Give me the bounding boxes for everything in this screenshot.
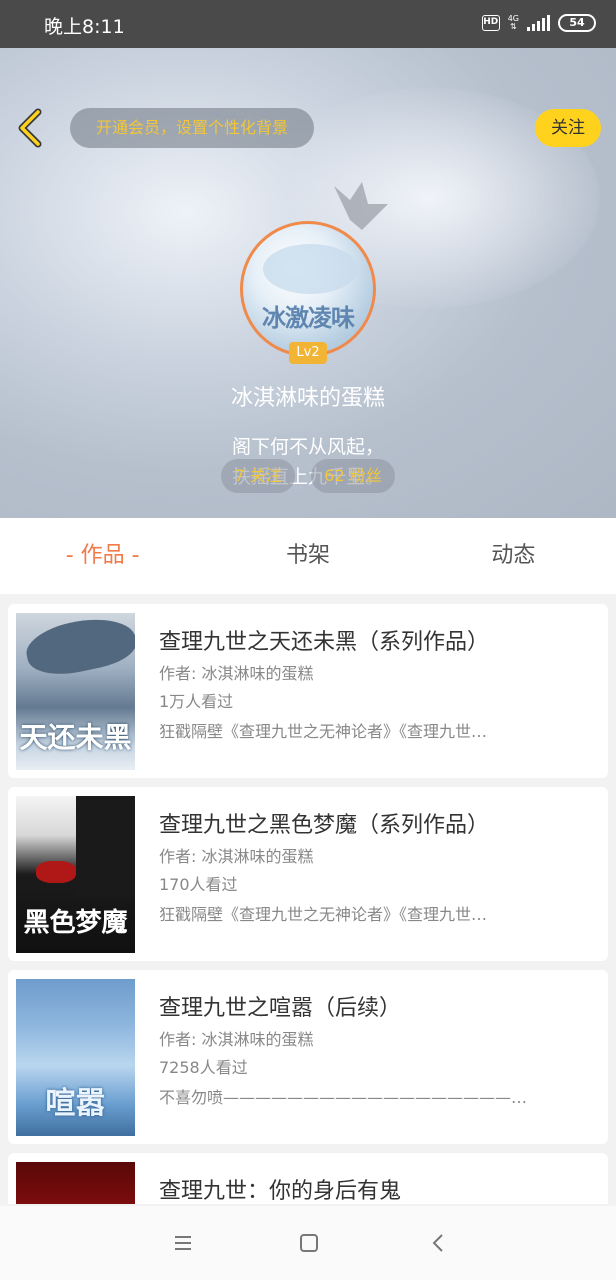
chevron-left-icon (432, 1234, 443, 1252)
status-bar: 晚上8:11 HD 4G ⇅ 54 (0, 0, 616, 48)
crown-icon (334, 182, 388, 230)
status-icons: HD 4G ⇅ 54 (481, 14, 596, 32)
profile-header: 开通会员，设置个性化背景 关注 冰激凌味 Lv2 冰淇淋味的蛋糕 阁下何不从风起… (0, 48, 616, 518)
work-views: 170人看过 (159, 875, 238, 894)
battery-icon: 54 (558, 14, 596, 32)
work-title: 查理九世之喧嚣（后续） (159, 996, 402, 1021)
vip-background-button[interactable]: 开通会员，设置个性化背景 (70, 108, 314, 148)
home-button[interactable] (296, 1230, 322, 1256)
network-label: 4G (507, 14, 519, 23)
back-button[interactable] (14, 106, 48, 150)
avatar[interactable]: 冰激凌味 (240, 221, 376, 357)
system-nav-bar (0, 1206, 616, 1280)
book-cover (16, 1162, 135, 1204)
level-badge: Lv2 (289, 342, 327, 364)
work-views: 7258人看过 (159, 1058, 248, 1077)
bio-line-1: 阁下何不从风起， (231, 436, 384, 458)
work-title: 查理九世：你的身后有鬼 (159, 1179, 402, 1204)
cover-title: 喧嚣 (45, 1086, 106, 1121)
profile-tabs: - 作品 - 书架 动态 (0, 518, 616, 594)
work-description: 狂戳隔壁《查理九世之无神论者》《查理九世… (159, 905, 488, 924)
avatar-art (263, 244, 358, 294)
list-item[interactable]: 天还未黑 查理九世之天还未黑（系列作品） 作者: 冰淇淋味的蛋糕 1万人看过 狂… (8, 604, 608, 778)
work-views: 1万人看过 (159, 692, 234, 711)
signal-icon (527, 15, 550, 31)
cover-title: 黑色梦魔 (23, 908, 128, 938)
followers-count[interactable]: 62 粉丝 (311, 459, 395, 493)
hd-icon: HD (481, 15, 500, 31)
back-nav-button[interactable] (426, 1230, 452, 1256)
list-item[interactable]: 喧嚣 查理九世之喧嚣（后续） 作者: 冰淇淋味的蛋糕 7258人看过 不喜勿喷—… (8, 970, 608, 1144)
bio: 阁下何不从风起， 扶摇直上九千里。 (0, 432, 616, 492)
menu-button[interactable] (170, 1230, 196, 1256)
work-author: 作者: 冰淇淋味的蛋糕 (159, 1030, 314, 1049)
book-cover: 黑色梦魔 (16, 796, 135, 953)
cover-art (22, 613, 135, 682)
work-title: 查理九世之天还未黑（系列作品） (159, 630, 490, 655)
work-description: 不喜勿喷——————————————————… (159, 1088, 528, 1107)
following-count[interactable]: 7 关注 (221, 459, 295, 493)
work-author: 作者: 冰淇淋味的蛋糕 (159, 847, 314, 866)
cover-title: 天还未黑 (19, 721, 132, 754)
bio-line-2: 扶摇直上九千里。 (231, 466, 384, 488)
menu-icon (175, 1236, 191, 1250)
work-description: 狂戳隔壁《查理九世之无神论者》《查理九世… (159, 722, 488, 741)
tab-works[interactable]: - 作品 - (0, 518, 205, 594)
tab-activity[interactable]: 动态 (411, 518, 616, 594)
book-cover: 天还未黑 (16, 613, 135, 770)
username: 冰淇淋味的蛋糕 (230, 386, 385, 411)
works-list: 天还未黑 查理九世之天还未黑（系列作品） 作者: 冰淇淋味的蛋糕 1万人看过 狂… (8, 604, 608, 1204)
tab-bookshelf[interactable]: 书架 (205, 518, 410, 594)
book-cover: 喧嚣 (16, 979, 135, 1136)
avatar-text: 冰激凌味 (262, 304, 355, 332)
square-icon (300, 1234, 318, 1252)
work-author: 作者: 冰淇淋味的蛋糕 (159, 664, 314, 683)
list-item[interactable]: 查理九世：你的身后有鬼 (8, 1153, 608, 1204)
network-icon: 4G ⇅ (507, 14, 519, 31)
list-item[interactable]: 黑色梦魔 查理九世之黑色梦魔（系列作品） 作者: 冰淇淋味的蛋糕 170人看过 … (8, 787, 608, 961)
work-title: 查理九世之黑色梦魔（系列作品） (159, 813, 490, 838)
chevron-left-icon (18, 108, 42, 148)
cover-art-accent (36, 861, 76, 883)
cover-art (76, 796, 135, 896)
follow-button[interactable]: 关注 (535, 109, 601, 147)
status-time: 晚上8:11 (44, 16, 125, 38)
